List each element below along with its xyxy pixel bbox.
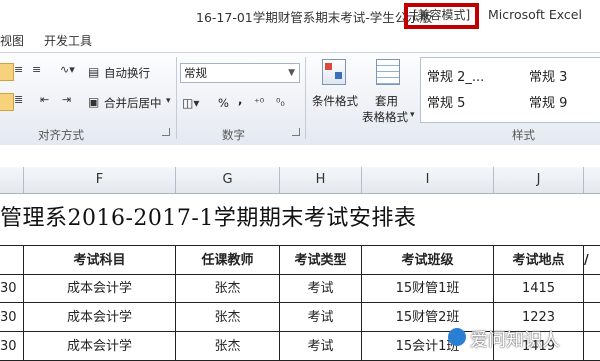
partial-cell[interactable] xyxy=(584,332,600,361)
style-normal-9[interactable]: 常规 9 xyxy=(529,92,567,111)
chevron-down-icon: ▼ xyxy=(288,68,295,78)
table-format-dropdown-icon[interactable]: ▾ xyxy=(410,110,415,120)
conditional-format-button[interactable]: 条件格式 xyxy=(312,93,358,109)
wrap-text-icon: ▤ xyxy=(88,65,100,79)
column-header-h[interactable]: H xyxy=(280,167,362,193)
decrease-indent-icon[interactable]: ⇤ xyxy=(40,93,49,106)
increase-indent-icon[interactable]: ⇥ xyxy=(62,93,71,106)
number-group-label: 数字 xyxy=(222,128,245,142)
alignment-launcher-icon[interactable] xyxy=(162,128,170,136)
table-header-cell[interactable] xyxy=(0,246,24,275)
class-cell[interactable]: 15财管1班 xyxy=(362,274,494,303)
align-left-icon[interactable] xyxy=(0,93,14,111)
align-bottom-icon[interactable]: ≡ xyxy=(32,63,41,76)
ribbon-tabs: 视图 开发工具 xyxy=(0,30,600,52)
column-header-f[interactable]: F xyxy=(24,167,176,193)
location-cell[interactable]: 1415 xyxy=(494,274,584,303)
table-format-button-line2[interactable]: 表格格式 xyxy=(362,109,408,125)
type-cell[interactable]: 考试 xyxy=(280,332,362,361)
header-class[interactable]: 考试班级 xyxy=(362,246,494,275)
style-normal-3[interactable]: 常规 3 xyxy=(529,66,567,85)
column-header-k-partial[interactable] xyxy=(584,167,600,193)
sheet-title[interactable]: 管理系2016-2017-1学期期末考试安排表 xyxy=(0,200,416,232)
partial-cell[interactable] xyxy=(584,303,600,332)
compat-mode-indicator: [兼容模式] xyxy=(404,3,479,29)
teacher-cell[interactable]: 张杰 xyxy=(176,274,280,303)
merge-center-button[interactable]: 合并后居中 xyxy=(104,95,162,111)
type-cell[interactable]: 考试 xyxy=(280,303,362,332)
header-location[interactable]: 考试地点 xyxy=(494,246,584,275)
tab-developer[interactable]: 开发工具 xyxy=(44,32,92,49)
watermark-logo-icon xyxy=(448,328,466,346)
styles-group-label: 样式 xyxy=(512,128,535,142)
currency-icon[interactable]: ◫▾ xyxy=(182,96,199,110)
style-normal-2[interactable]: 常规 2_... xyxy=(427,66,484,85)
wrap-text-button[interactable]: 自动换行 xyxy=(104,65,150,81)
table-format-button-line1[interactable]: 套用 xyxy=(375,93,398,109)
conditional-format-icon xyxy=(322,59,346,85)
group-divider xyxy=(305,57,306,139)
comma-button[interactable]: , xyxy=(238,93,242,107)
app-name: Microsoft Excel xyxy=(488,7,582,22)
column-header-j[interactable]: J xyxy=(494,167,584,193)
subject-cell[interactable]: 成本会计学 xyxy=(24,303,176,332)
align-middle-icon[interactable]: ≡ xyxy=(14,63,23,76)
window-title: 16-17-01学期财管系期末考试-学生公示版 xyxy=(196,10,433,25)
number-format-select[interactable]: 常规 ▼ xyxy=(180,63,300,83)
teacher-cell[interactable]: 张杰 xyxy=(176,332,280,361)
column-headers: F G H I J xyxy=(0,167,600,194)
watermark: 爱问知识人 xyxy=(470,330,560,351)
number-format-value: 常规 xyxy=(184,66,207,80)
group-divider xyxy=(176,57,177,139)
style-normal-5[interactable]: 常规 5 xyxy=(427,92,465,111)
subject-cell[interactable]: 成本会计学 xyxy=(24,332,176,361)
merge-dropdown-icon[interactable]: ▾ xyxy=(166,96,171,106)
teacher-cell[interactable]: 张杰 xyxy=(176,303,280,332)
time-cell[interactable]: 30 xyxy=(0,274,24,303)
header-subject[interactable]: 考试科目 xyxy=(24,246,176,275)
type-cell[interactable]: 考试 xyxy=(280,274,362,303)
cell-styles-gallery: 常规 2_... 常规 3 常规 5 常规 9 xyxy=(420,57,600,123)
partial-cell[interactable] xyxy=(584,274,600,303)
column-header-g[interactable]: G xyxy=(176,167,280,193)
orientation-icon[interactable]: ∿▾ xyxy=(60,63,75,76)
column-header-partial[interactable] xyxy=(0,167,24,193)
tab-view[interactable]: 视图 xyxy=(0,32,24,49)
number-launcher-icon[interactable] xyxy=(292,128,300,136)
header-partial[interactable]: / xyxy=(584,246,600,275)
align-center-icon[interactable]: ≣ xyxy=(14,93,23,106)
column-header-i[interactable]: I xyxy=(362,167,494,193)
table-format-icon xyxy=(376,59,400,85)
time-cell[interactable]: 30 xyxy=(0,332,24,361)
formula-bar[interactable] xyxy=(0,145,600,168)
header-teacher[interactable]: 任课教师 xyxy=(176,246,280,275)
subject-cell[interactable]: 成本会计学 xyxy=(24,274,176,303)
time-cell[interactable]: 30 xyxy=(0,303,24,332)
alignment-group-label: 对齐方式 xyxy=(38,128,84,142)
increase-decimal-icon[interactable]: ⁺⁰ xyxy=(254,96,264,109)
header-type[interactable]: 考试类型 xyxy=(280,246,362,275)
align-top-icon[interactable] xyxy=(0,63,14,81)
merge-center-icon: ▣ xyxy=(88,95,100,109)
table-header-row: 考试科目 任课教师 考试类型 考试班级 考试地点 / xyxy=(0,245,600,275)
ribbon: ≡ ≡ ∿▾ ≣ ⇤ ⇥ ▤ 自动换行 ▣ 合并后居中 ▾ 对齐方式 常规 ▼ … xyxy=(0,52,600,146)
decrease-decimal-icon[interactable]: ⁰₀ xyxy=(276,96,285,109)
percent-button[interactable]: % xyxy=(218,96,229,110)
title-bar: 16-17-01学期财管系期末考试-学生公示版 [兼容模式] Microsoft… xyxy=(0,0,600,30)
table-row: 30 成本会计学 张杰 考试 15财管1班 1415 xyxy=(0,274,600,303)
